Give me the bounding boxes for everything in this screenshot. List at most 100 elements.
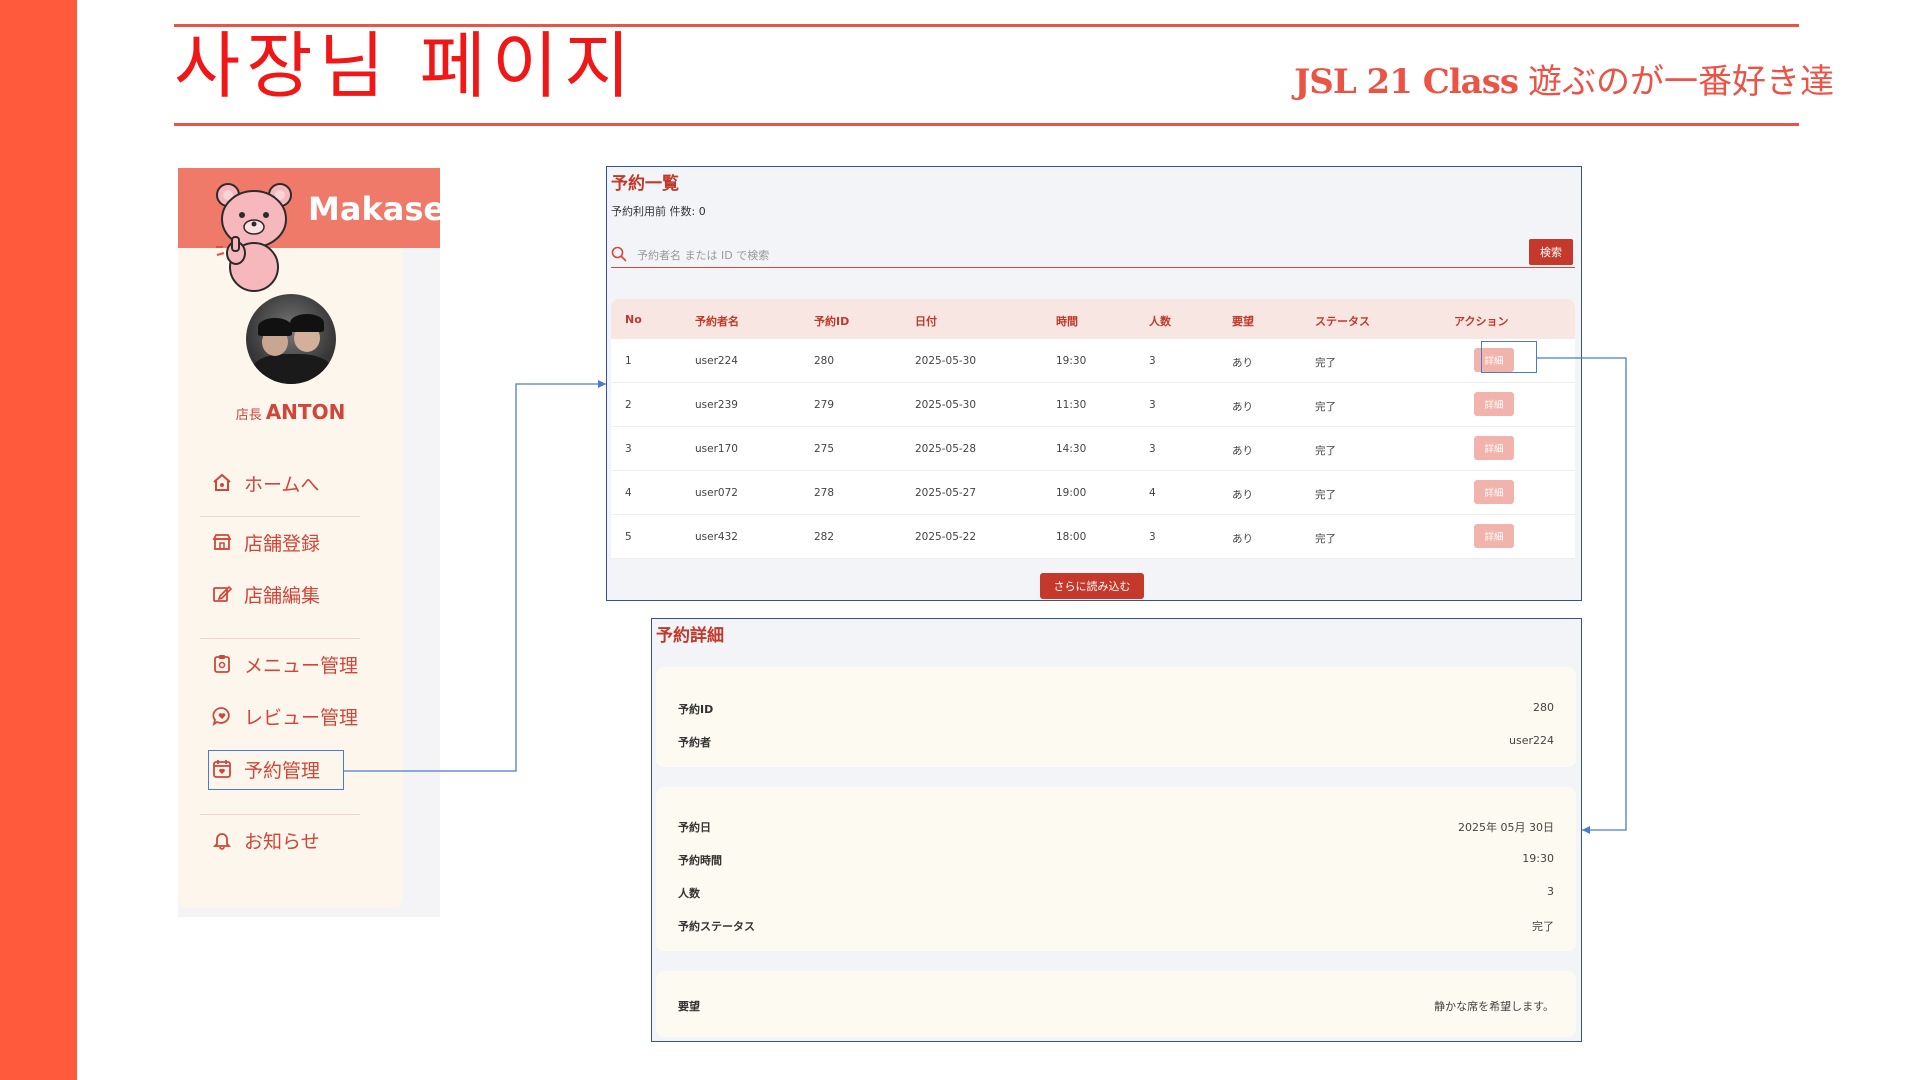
detail-label: 予約時間 <box>678 854 722 867</box>
column-header: No <box>625 313 642 326</box>
sidebar-item-menu[interactable]: メニュー管理 <box>212 647 358 681</box>
cell-status: 完了 <box>1315 445 1336 457</box>
cell-request: あり <box>1232 401 1253 413</box>
load-more-button[interactable]: さらに読み込む <box>1040 573 1144 599</box>
detail-value: 19:30 <box>1522 852 1554 865</box>
bell-icon <box>212 833 232 850</box>
detail-card: 要望 静かな席を希望します。 <box>656 971 1576 1037</box>
detail-label: 人数 <box>678 887 700 900</box>
detail-label: 予約日 <box>678 821 711 834</box>
table-row[interactable]: 3 user170 275 2025-05-28 14:30 3 あり 完了 詳… <box>611 427 1575 471</box>
app-logo[interactable]: Makaset <box>308 190 460 228</box>
clipboard-icon <box>214 655 230 673</box>
panel-title: 予約一覧 <box>611 174 679 194</box>
cell-people: 4 <box>1149 487 1156 499</box>
cell-date: 2025-05-28 <box>915 443 977 455</box>
nav-divider <box>200 516 360 517</box>
detail-label: 予約ID <box>678 703 714 716</box>
detail-button[interactable]: 詳細 <box>1474 392 1514 416</box>
table-row[interactable]: 4 user072 278 2025-05-27 19:00 4 あり 完了 詳… <box>611 471 1575 515</box>
cell-no: 3 <box>625 443 632 455</box>
sidebar-item-home[interactable]: ホームへ <box>212 466 319 500</box>
table-header: No 予約者名 予約ID 日付 時間 人数 要望 ステータス アクション <box>611 299 1575 339</box>
sidebar-item-notice[interactable]: お知らせ <box>212 823 320 857</box>
cell-date: 2025-05-22 <box>915 531 977 543</box>
cell-date: 2025-05-30 <box>915 355 977 367</box>
column-header: ステータス <box>1315 315 1370 328</box>
sidebar-item-review[interactable]: レビュー管理 <box>212 699 358 733</box>
cell-no: 4 <box>625 487 632 499</box>
bear-mascot-icon <box>216 183 292 292</box>
store-icon <box>212 534 232 550</box>
reservation-list-panel: 予約一覧 予約利用前 件数: 0 予約者名 または ID で検索 検索 No 予… <box>606 166 1582 601</box>
reservation-count: 予約利用前 件数: 0 <box>611 205 706 218</box>
detail-value: 3 <box>1547 885 1554 898</box>
cell-no: 1 <box>625 355 632 367</box>
detail-card: 予約ID 280 予約者 user224 <box>656 667 1576 767</box>
search-bar: 予約者名 または ID で検索 検索 <box>611 239 1575 268</box>
sidebar-item-store-edit[interactable]: 店舗編集 <box>212 577 320 611</box>
cell-request: あり <box>1232 533 1253 545</box>
cell-time: 11:30 <box>1056 399 1087 411</box>
search-icon <box>611 246 627 262</box>
detail-label: 予約者 <box>678 736 711 749</box>
sidebar-item-store-register[interactable]: 店舗登録 <box>212 525 320 559</box>
cell-name: user170 <box>695 443 738 455</box>
cell-time: 19:00 <box>1056 487 1087 499</box>
cell-request: あり <box>1232 357 1253 369</box>
cell-no: 2 <box>625 399 632 411</box>
column-header: 時間 <box>1056 315 1078 328</box>
detail-button[interactable]: 詳細 <box>1474 436 1514 460</box>
column-header: 予約者名 <box>695 315 739 328</box>
cell-date: 2025-05-30 <box>915 399 977 411</box>
sidebar-item-label: お知らせ <box>244 830 320 853</box>
cell-status: 完了 <box>1315 489 1336 501</box>
review-icon <box>212 707 230 726</box>
detail-value: 静かな席を希望します。 <box>1434 1000 1554 1013</box>
column-header: アクション <box>1454 315 1509 328</box>
brand-main: JSL 21 Class <box>1294 62 1519 102</box>
column-header: 予約ID <box>814 315 850 328</box>
detail-value: user224 <box>1509 734 1554 747</box>
detail-value: 280 <box>1533 701 1554 714</box>
brand-sub: 遊ぶのが一番好き達 <box>1528 62 1834 102</box>
cell-request: あり <box>1232 445 1253 457</box>
cell-name: user072 <box>695 487 738 499</box>
cell-id: 278 <box>814 487 835 499</box>
sidebar-item-label: メニュー管理 <box>244 654 359 677</box>
table-row[interactable]: 2 user239 279 2025-05-30 11:30 3 あり 完了 詳… <box>611 383 1575 427</box>
search-button[interactable]: 検索 <box>1529 239 1573 265</box>
detail-value: 2025年 05月 30日 <box>1458 821 1554 834</box>
sidebar-item-label: 店舗編集 <box>244 584 321 607</box>
cell-time: 14:30 <box>1056 443 1087 455</box>
detail-value: 完了 <box>1532 920 1554 933</box>
cell-time: 18:00 <box>1056 531 1087 543</box>
cell-id: 275 <box>814 443 835 455</box>
column-header: 人数 <box>1149 315 1171 328</box>
cell-id: 280 <box>814 355 835 367</box>
detail-button[interactable]: 詳細 <box>1474 524 1514 548</box>
cell-status: 完了 <box>1315 357 1336 369</box>
owner-role: 店長 <box>235 408 262 423</box>
sidebar-item-label: 店舗登録 <box>244 532 321 555</box>
detail-button[interactable]: 詳細 <box>1474 480 1514 504</box>
cell-people: 3 <box>1149 399 1156 411</box>
cell-date: 2025-05-27 <box>915 487 977 499</box>
column-header: 日付 <box>915 315 937 328</box>
cell-id: 282 <box>814 531 835 543</box>
nav-divider <box>200 638 360 639</box>
table-row[interactable]: 1 user224 280 2025-05-30 19:30 3 あり 完了 詳… <box>611 339 1575 383</box>
table-row[interactable]: 5 user432 282 2025-05-22 18:00 3 あり 完了 詳… <box>611 515 1575 559</box>
detail-label: 予約ステータス <box>678 920 755 933</box>
column-header: 要望 <box>1232 315 1254 328</box>
sidebar: Makaset 店長 ANTON ホームへ 店舗登録 店舗編集 メニュー管理 レ… <box>178 168 460 917</box>
search-input[interactable]: 予約者名 または ID で検索 <box>637 247 769 263</box>
cell-request: あり <box>1232 489 1253 501</box>
brand-tagline: JSL 21 Class 遊ぶのが一番好き達 <box>1294 54 1834 103</box>
cell-people: 3 <box>1149 355 1156 367</box>
detail-label: 要望 <box>678 1000 700 1013</box>
cell-name: user239 <box>695 399 738 411</box>
title-divider-bottom <box>174 123 1799 126</box>
owner-name: ANTON <box>265 400 346 424</box>
sidebar-item-label: ホームへ <box>244 473 320 496</box>
